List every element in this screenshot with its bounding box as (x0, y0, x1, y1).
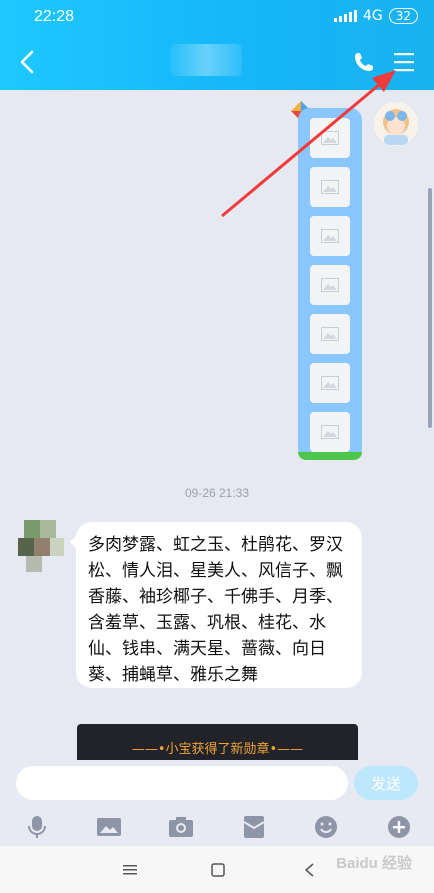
home-button[interactable] (210, 862, 226, 878)
image-placeholder-icon (321, 376, 339, 390)
image-thumbnail[interactable] (310, 363, 350, 403)
text-message-bubble[interactable]: 多肉梦露、虹之玉、杜鹃花、罗汉松、情人泪、星美人、风信子、飘香藤、袖珍椰子、千佛… (76, 522, 362, 688)
menu-icon (394, 53, 414, 72)
status-time: 22:28 (34, 8, 75, 25)
menu-nav-icon (123, 865, 137, 875)
bubble-grass-decoration (298, 452, 362, 460)
image-placeholder-icon (321, 229, 339, 243)
phone-icon (355, 53, 373, 71)
red-packet-icon (243, 816, 265, 838)
red-packet-button[interactable] (241, 814, 267, 840)
more-button[interactable] (386, 814, 412, 840)
image-thumbnail[interactable] (310, 265, 350, 305)
avatar-image (16, 518, 64, 576)
image-thumbnail[interactable] (310, 216, 350, 256)
emoji-icon (315, 816, 337, 838)
input-toolbar (0, 806, 434, 846)
image-placeholder-icon (321, 131, 339, 145)
message-input[interactable] (16, 766, 348, 800)
status-bar: 22:28 4G 32 (0, 0, 434, 34)
menu-button[interactable] (392, 50, 416, 74)
microphone-icon (28, 816, 46, 838)
plus-icon (388, 816, 410, 838)
battery-indicator: 32 (388, 8, 418, 24)
call-button[interactable] (352, 50, 376, 74)
image-placeholder-icon (321, 327, 339, 341)
my-avatar[interactable] (374, 102, 418, 146)
photo-button[interactable] (96, 814, 122, 840)
avatar-image (383, 109, 409, 145)
chat-screen: 22:28 4G 32 09-26 21:33 多肉梦露、虹之玉、杜鹃花、罗汉松… (0, 0, 434, 893)
image-placeholder-icon (321, 278, 339, 292)
emoji-button[interactable] (313, 814, 339, 840)
network-label: 4G (362, 8, 383, 24)
voice-button[interactable] (24, 814, 50, 840)
camera-icon (169, 817, 193, 837)
message-text: 多肉梦露、虹之玉、杜鹃花、罗汉松、情人泪、星美人、风信子、飘香藤、袖珍椰子、千佛… (88, 535, 343, 685)
image-thumbnail[interactable] (310, 167, 350, 207)
back-button[interactable] (14, 48, 42, 76)
image-placeholder-icon (321, 425, 339, 439)
home-nav-icon (211, 863, 225, 877)
message-timestamp: 09-26 21:33 (184, 486, 250, 500)
image-thumbnail[interactable] (310, 412, 350, 452)
contact-avatar[interactable] (16, 518, 64, 576)
chevron-left-icon (20, 50, 34, 74)
watermark: Baidu 经验 (336, 855, 412, 872)
image-placeholder-icon (321, 180, 339, 194)
badge-notification-text: ——•小宝获得了新勋章•—— (131, 742, 304, 757)
send-button[interactable]: 发送 (354, 766, 418, 800)
image-message-bubble[interactable] (298, 108, 362, 460)
camera-button[interactable] (168, 814, 194, 840)
recent-apps-button[interactable] (122, 862, 138, 878)
chat-title (170, 44, 242, 76)
chat-header: 22:28 4G 32 (0, 0, 434, 90)
input-bar: 发送 (0, 760, 434, 806)
image-thumbnail[interactable] (310, 314, 350, 354)
signal-icon (333, 10, 357, 22)
back-nav-icon (304, 863, 314, 877)
status-indicators: 4G 32 (333, 8, 418, 24)
image-icon (97, 818, 121, 836)
badge-notification-card[interactable]: ——•小宝获得了新勋章•—— (77, 724, 358, 764)
scrollbar[interactable] (428, 188, 432, 428)
image-thumbnail[interactable] (310, 118, 350, 158)
system-back-button[interactable] (302, 862, 318, 878)
